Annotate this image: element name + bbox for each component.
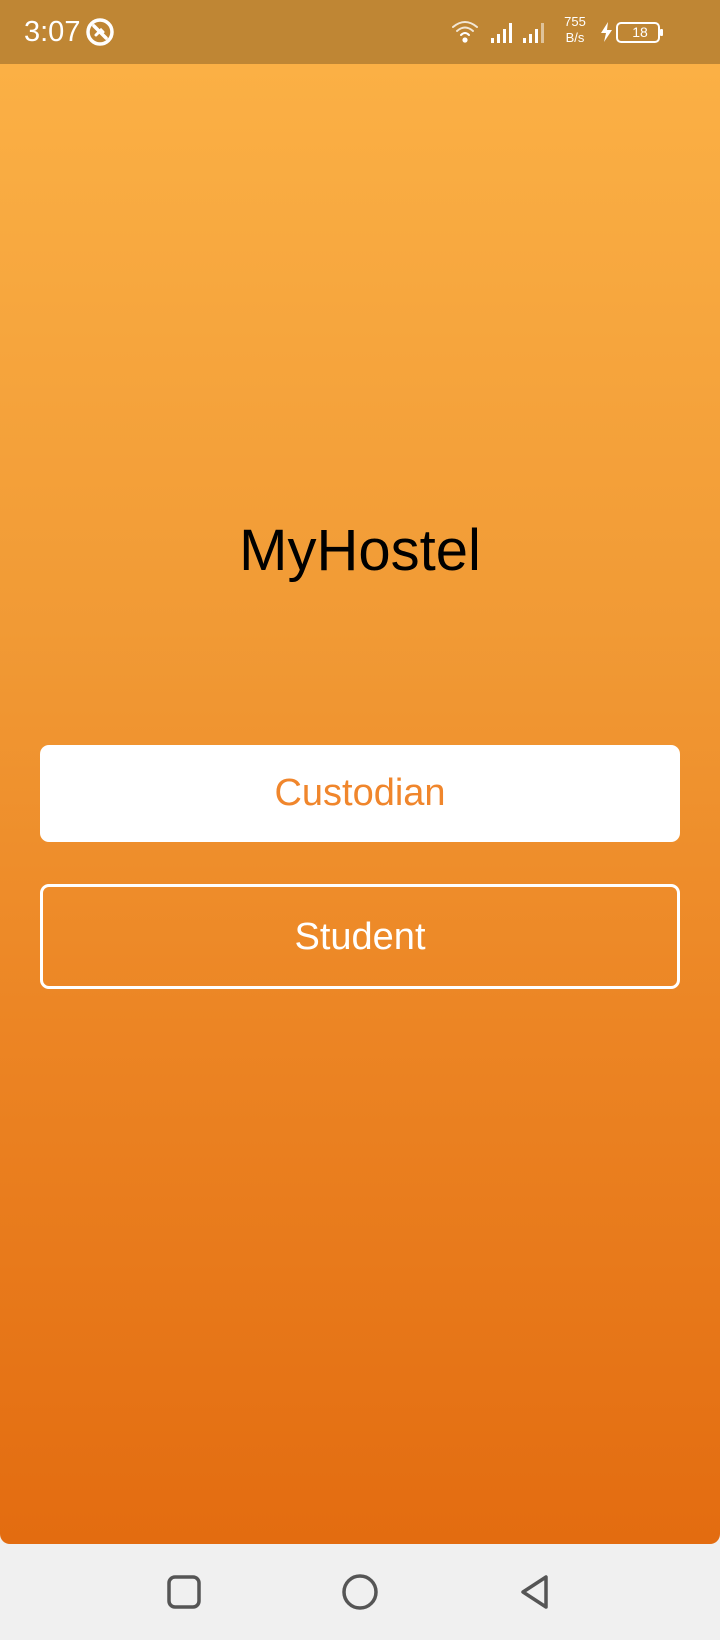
- app-title: MyHostel: [239, 518, 481, 583]
- navigation-bar: [0, 1544, 720, 1640]
- home-icon[interactable]: [338, 1570, 382, 1614]
- status-time: 3:07: [24, 16, 81, 48]
- status-bar: 3:07 755 B/s 18: [0, 0, 720, 64]
- vpn-icon: [86, 18, 114, 46]
- network-speed-unit: B/s: [565, 30, 585, 45]
- signal-icon: [491, 23, 512, 43]
- wifi-icon: [452, 21, 478, 43]
- recents-icon[interactable]: [162, 1570, 206, 1614]
- back-icon[interactable]: [514, 1570, 558, 1614]
- app-screen: MyHostel Custodian Student: [0, 64, 720, 1544]
- network-speed-value: 755: [564, 14, 586, 29]
- battery-level: 18: [632, 24, 648, 40]
- signal-icon: [523, 23, 544, 43]
- custodian-button[interactable]: Custodian: [40, 745, 680, 842]
- student-button[interactable]: Student: [40, 884, 680, 989]
- network-speed: 755 B/s: [558, 14, 592, 46]
- charging-icon: [601, 22, 612, 42]
